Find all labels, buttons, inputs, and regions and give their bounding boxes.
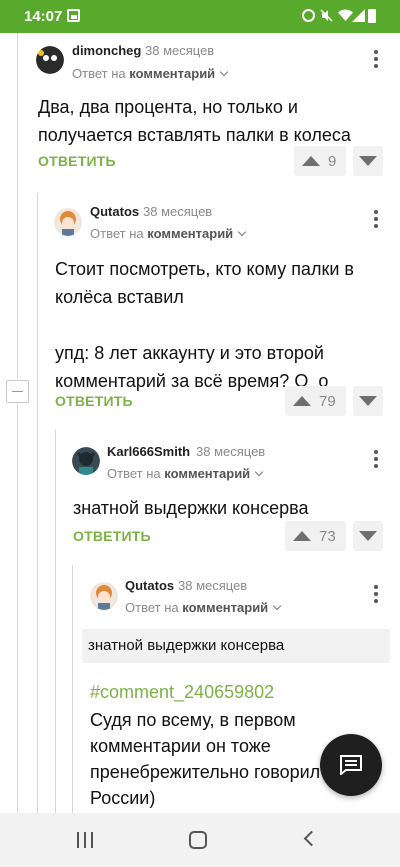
downvote-button[interactable] xyxy=(353,386,383,416)
upvote-button[interactable] xyxy=(293,531,311,541)
thread-line xyxy=(55,430,56,813)
comment-time: 38 месяцев xyxy=(196,444,266,459)
mute-icon xyxy=(320,9,333,22)
score: 73 xyxy=(319,528,336,545)
comment-text: Стоит посмотреть, кто кому палки в колёс… xyxy=(55,259,354,391)
more-options-button[interactable] xyxy=(370,210,382,230)
comment-time: 38 месяцев xyxy=(145,43,215,58)
alarm-icon xyxy=(302,9,315,22)
comment-time: 38 месяцев xyxy=(143,204,213,219)
avatar[interactable] xyxy=(54,208,82,236)
comment-link[interactable]: #comment_240659802 xyxy=(90,682,274,703)
downvote-button[interactable] xyxy=(353,521,383,551)
reply-button[interactable]: ОТВЕТИТЬ xyxy=(38,153,116,169)
username[interactable]: Qutatos xyxy=(125,578,174,593)
back-icon[interactable] xyxy=(303,830,320,847)
more-options-button[interactable] xyxy=(370,585,382,605)
status-bar: 14:07 xyxy=(0,0,400,33)
avatar[interactable] xyxy=(36,46,64,74)
signal-icon xyxy=(352,9,365,22)
image-notification-icon xyxy=(67,9,80,22)
thread-line xyxy=(17,33,18,378)
thread-line xyxy=(17,404,18,813)
wifi-icon xyxy=(338,9,353,22)
recent-apps-icon[interactable] xyxy=(77,832,95,848)
quoted-comment: знатной выдержки консерва xyxy=(82,629,390,663)
home-icon[interactable] xyxy=(189,831,207,849)
chevron-down-icon xyxy=(219,67,229,77)
reply-button[interactable]: ОТВЕТИТЬ xyxy=(73,528,151,544)
upvote-button[interactable] xyxy=(293,396,311,406)
more-options-button[interactable] xyxy=(370,50,382,70)
comment-text: знатной выдержки консерва xyxy=(73,498,309,518)
comment-text: Два, два процента, но только и получаетс… xyxy=(38,97,351,145)
more-options-button[interactable] xyxy=(370,450,382,470)
downvote-button[interactable] xyxy=(353,146,383,176)
status-time: 14:07 xyxy=(24,8,63,25)
comment-time: 38 месяцев xyxy=(178,578,248,593)
comment-icon xyxy=(340,755,362,775)
thread-line xyxy=(72,565,73,813)
avatar[interactable] xyxy=(72,447,100,475)
reply-button[interactable]: ОТВЕТИТЬ xyxy=(55,393,133,409)
avatar[interactable] xyxy=(90,582,118,610)
chevron-down-icon xyxy=(237,227,247,237)
reply-to[interactable]: Ответ на комментарий xyxy=(107,466,264,481)
username[interactable]: dimoncheg xyxy=(72,43,141,58)
reply-to[interactable]: Ответ на комментарий xyxy=(72,66,229,81)
chevron-down-icon xyxy=(272,601,282,611)
system-navigation-bar xyxy=(0,813,400,867)
write-comment-button[interactable] xyxy=(320,734,382,796)
battery-icon xyxy=(368,9,376,23)
score: 79 xyxy=(319,393,336,410)
reply-to[interactable]: Ответ на комментарий xyxy=(90,226,247,241)
upvote-button[interactable] xyxy=(302,156,320,166)
collapse-thread-button[interactable] xyxy=(6,380,29,403)
reply-to[interactable]: Ответ на комментарий xyxy=(125,600,282,615)
score: 9 xyxy=(328,153,337,170)
username[interactable]: Karl666Smith xyxy=(107,444,190,459)
thread-line xyxy=(37,193,38,813)
username[interactable]: Qutatos xyxy=(90,204,139,219)
chevron-down-icon xyxy=(254,467,264,477)
comment-text: Судя по всему, в первом комментарии он т… xyxy=(90,710,336,808)
